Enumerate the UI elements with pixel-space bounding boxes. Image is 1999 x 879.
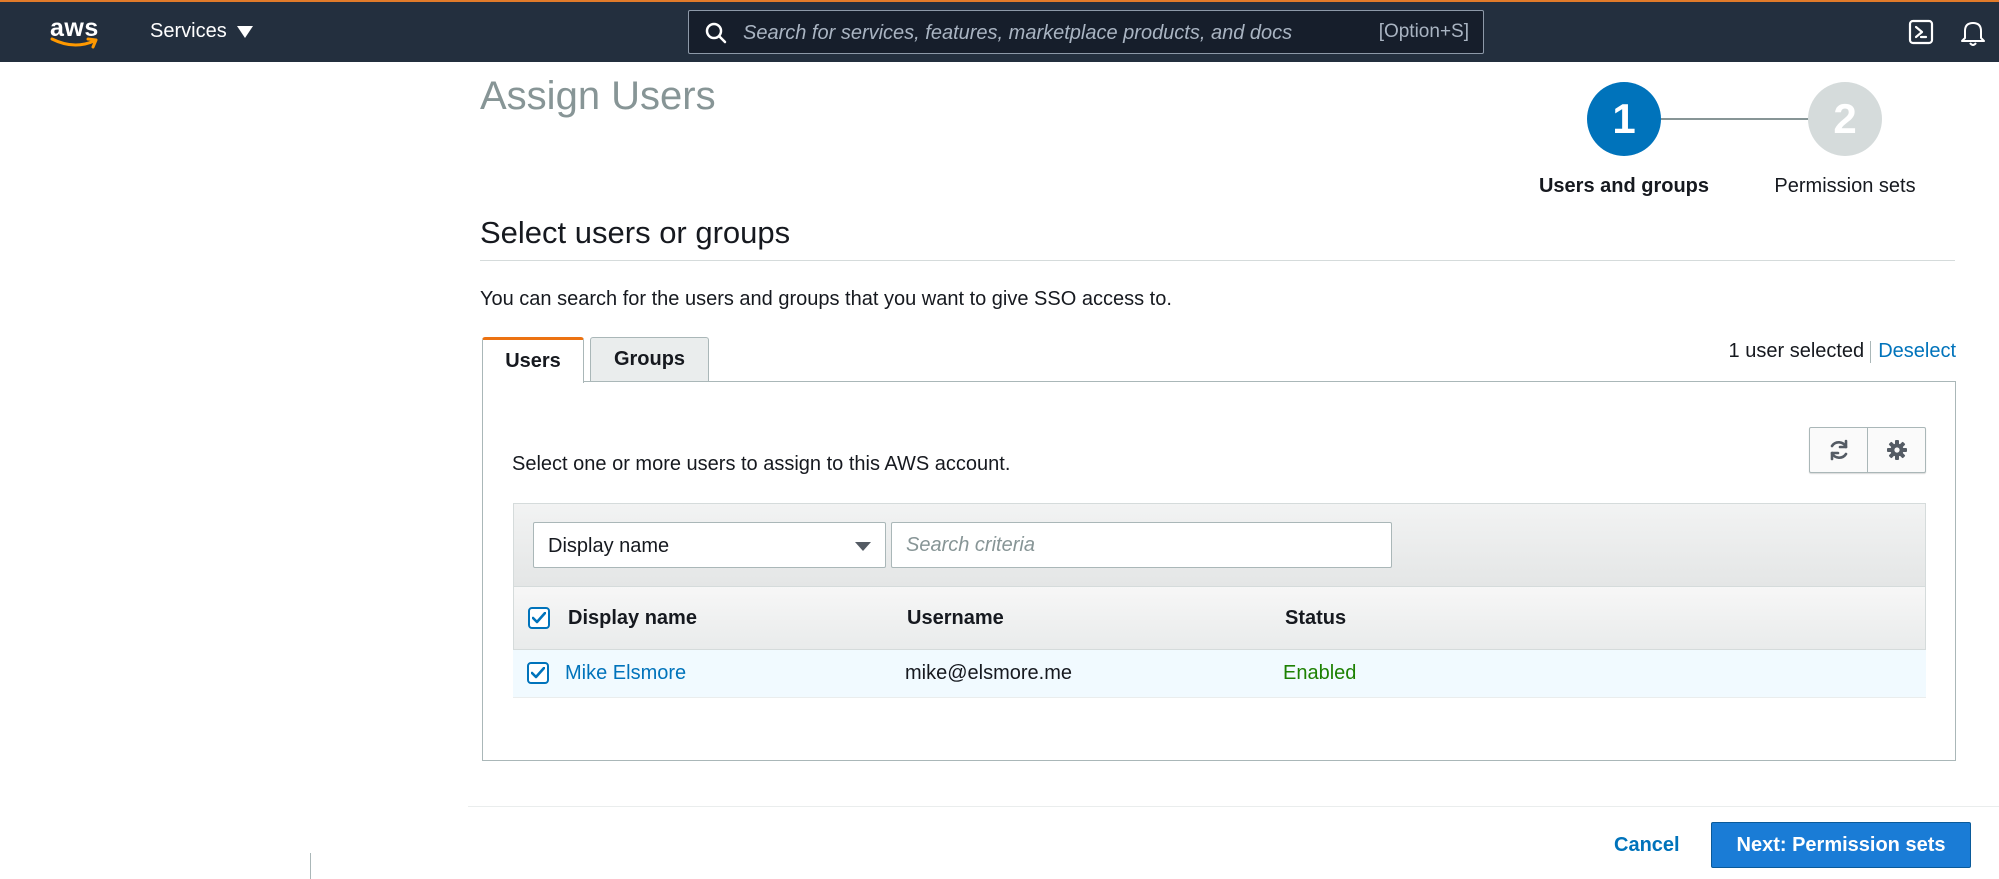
filter-attribute-select[interactable]: Display name bbox=[533, 522, 886, 568]
section-divider bbox=[480, 260, 1955, 261]
page-title: Assign Users bbox=[480, 74, 716, 118]
table-row[interactable]: Mike Elsmore mike@elsmore.me Enabled bbox=[513, 650, 1926, 698]
panel-description: Select one or more users to assign to th… bbox=[512, 453, 1011, 475]
selection-separator bbox=[1870, 340, 1872, 363]
refresh-button[interactable] bbox=[1810, 428, 1867, 472]
tab-groups[interactable]: Groups bbox=[590, 337, 709, 381]
left-panel-edge bbox=[310, 853, 311, 879]
aws-smile-icon bbox=[50, 37, 98, 49]
table-toolbar bbox=[1809, 427, 1926, 473]
filter-attribute-value: Display name bbox=[548, 535, 670, 557]
checkmark-icon bbox=[532, 612, 546, 624]
next-permission-sets-button[interactable]: Next: Permission sets bbox=[1711, 822, 1971, 868]
refresh-icon bbox=[1830, 439, 1847, 461]
filter-bar: Display name bbox=[513, 503, 1926, 587]
settings-button[interactable] bbox=[1867, 428, 1925, 472]
services-label: Services bbox=[150, 20, 227, 42]
section-title: Select users or groups bbox=[480, 215, 791, 250]
step-1-indicator: 1 bbox=[1587, 82, 1661, 156]
step-1-label: Users and groups bbox=[1538, 175, 1710, 197]
table-header: Display name Username Status bbox=[513, 587, 1926, 650]
global-search-box[interactable]: [Option+S] bbox=[688, 10, 1484, 55]
column-header-username[interactable]: Username bbox=[907, 607, 1004, 630]
step-2-indicator: 2 bbox=[1808, 82, 1882, 156]
tab-users[interactable]: Users bbox=[482, 337, 584, 383]
cancel-button[interactable]: Cancel bbox=[1614, 834, 1680, 857]
deselect-link[interactable]: Deselect bbox=[1878, 340, 1956, 362]
search-icon bbox=[705, 22, 727, 44]
search-criteria-input[interactable] bbox=[891, 522, 1392, 568]
gear-icon bbox=[1886, 440, 1907, 460]
select-all-checkbox[interactable] bbox=[528, 607, 550, 629]
checkmark-icon bbox=[531, 667, 545, 679]
stepper-connector bbox=[1657, 118, 1817, 120]
section-description: You can search for the users and groups … bbox=[480, 288, 1172, 310]
column-header-status[interactable]: Status bbox=[1285, 607, 1346, 630]
cloudshell-icon[interactable] bbox=[1908, 19, 1934, 45]
global-search-input[interactable] bbox=[741, 11, 1345, 55]
row-checkbox[interactable] bbox=[527, 662, 549, 684]
services-menu-button[interactable]: Services bbox=[150, 20, 253, 43]
user-status: Enabled bbox=[1283, 662, 1357, 684]
caret-down-icon bbox=[855, 542, 871, 551]
column-header-display-name[interactable]: Display name bbox=[568, 607, 697, 630]
footer-divider bbox=[468, 806, 1999, 807]
caret-down-icon bbox=[236, 25, 253, 38]
search-shortcut-hint: [Option+S] bbox=[1378, 21, 1469, 42]
step-2-label: Permission sets bbox=[1774, 175, 1916, 197]
bell-icon[interactable] bbox=[1960, 19, 1986, 47]
selected-count: 1 user selected bbox=[1728, 340, 1865, 362]
user-username: mike@elsmore.me bbox=[905, 662, 1073, 684]
wizard-stepper: 1 2 Users and groups Permission sets bbox=[1536, 82, 1936, 202]
aws-logo[interactable]: aws bbox=[50, 14, 102, 50]
users-panel: Select one or more users to assign to th… bbox=[482, 381, 1956, 761]
top-navigation-bar: aws Services [Option+S] bbox=[0, 0, 1999, 62]
user-display-name-link[interactable]: Mike Elsmore bbox=[565, 662, 686, 685]
selection-summary: 1 user selected Deselect bbox=[1700, 340, 1956, 363]
